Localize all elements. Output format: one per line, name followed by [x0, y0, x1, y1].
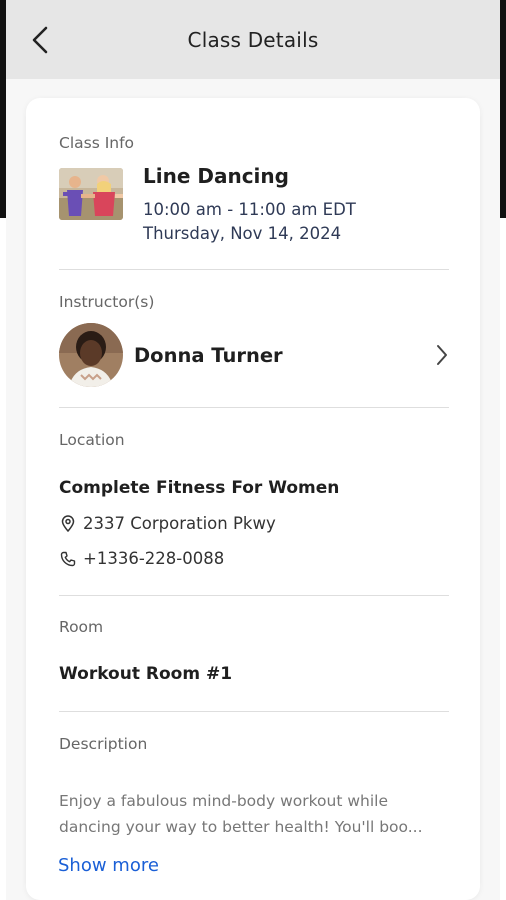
divider: [59, 711, 449, 712]
class-name: Line Dancing: [143, 164, 289, 188]
description-text: Enjoy a fabulous mind-body workout while…: [59, 788, 451, 840]
description-line: Enjoy a fabulous mind-body workout while: [59, 792, 389, 810]
divider: [59, 595, 449, 596]
right-frame-bar: [500, 0, 506, 218]
instructor-name: Donna Turner: [134, 343, 283, 367]
phone-icon: [59, 550, 77, 568]
instructor-avatar: [59, 323, 123, 387]
class-time: 10:00 am - 11:00 am EDT: [143, 200, 356, 219]
divider: [59, 407, 449, 408]
class-details-card: Class Info Line Dancing 10:00 am - 11:00…: [26, 98, 480, 900]
class-thumbnail: [59, 168, 123, 220]
instructors-label: Instructor(s): [59, 293, 155, 311]
divider: [59, 269, 449, 270]
location-label: Location: [59, 431, 125, 449]
show-more-link[interactable]: Show more: [58, 855, 159, 876]
chevron-right-icon: [437, 345, 447, 365]
description-line: dancing your way to better health! You'l…: [59, 818, 423, 836]
phone-line[interactable]: +1336-228-0088: [59, 549, 224, 568]
map-pin-icon: [59, 515, 77, 533]
back-button[interactable]: [26, 24, 54, 56]
instructor-row[interactable]: Donna Turner: [59, 322, 451, 388]
location-address: 2337 Corporation Pkwy: [83, 514, 276, 533]
location-phone: +1336-228-0088: [83, 549, 225, 568]
top-app-bar: Class Details: [6, 0, 500, 79]
room-name: Workout Room #1: [59, 664, 233, 684]
room-label: Room: [59, 618, 104, 636]
page-title: Class Details: [187, 27, 319, 52]
chevron-left-icon: [32, 26, 48, 54]
address-line: 2337 Corporation Pkwy: [59, 514, 276, 533]
location-name: Complete Fitness For Women: [59, 478, 340, 498]
description-label: Description: [59, 735, 148, 753]
class-info-label: Class Info: [59, 134, 135, 152]
class-date: Thursday, Nov 14, 2024: [143, 224, 342, 243]
